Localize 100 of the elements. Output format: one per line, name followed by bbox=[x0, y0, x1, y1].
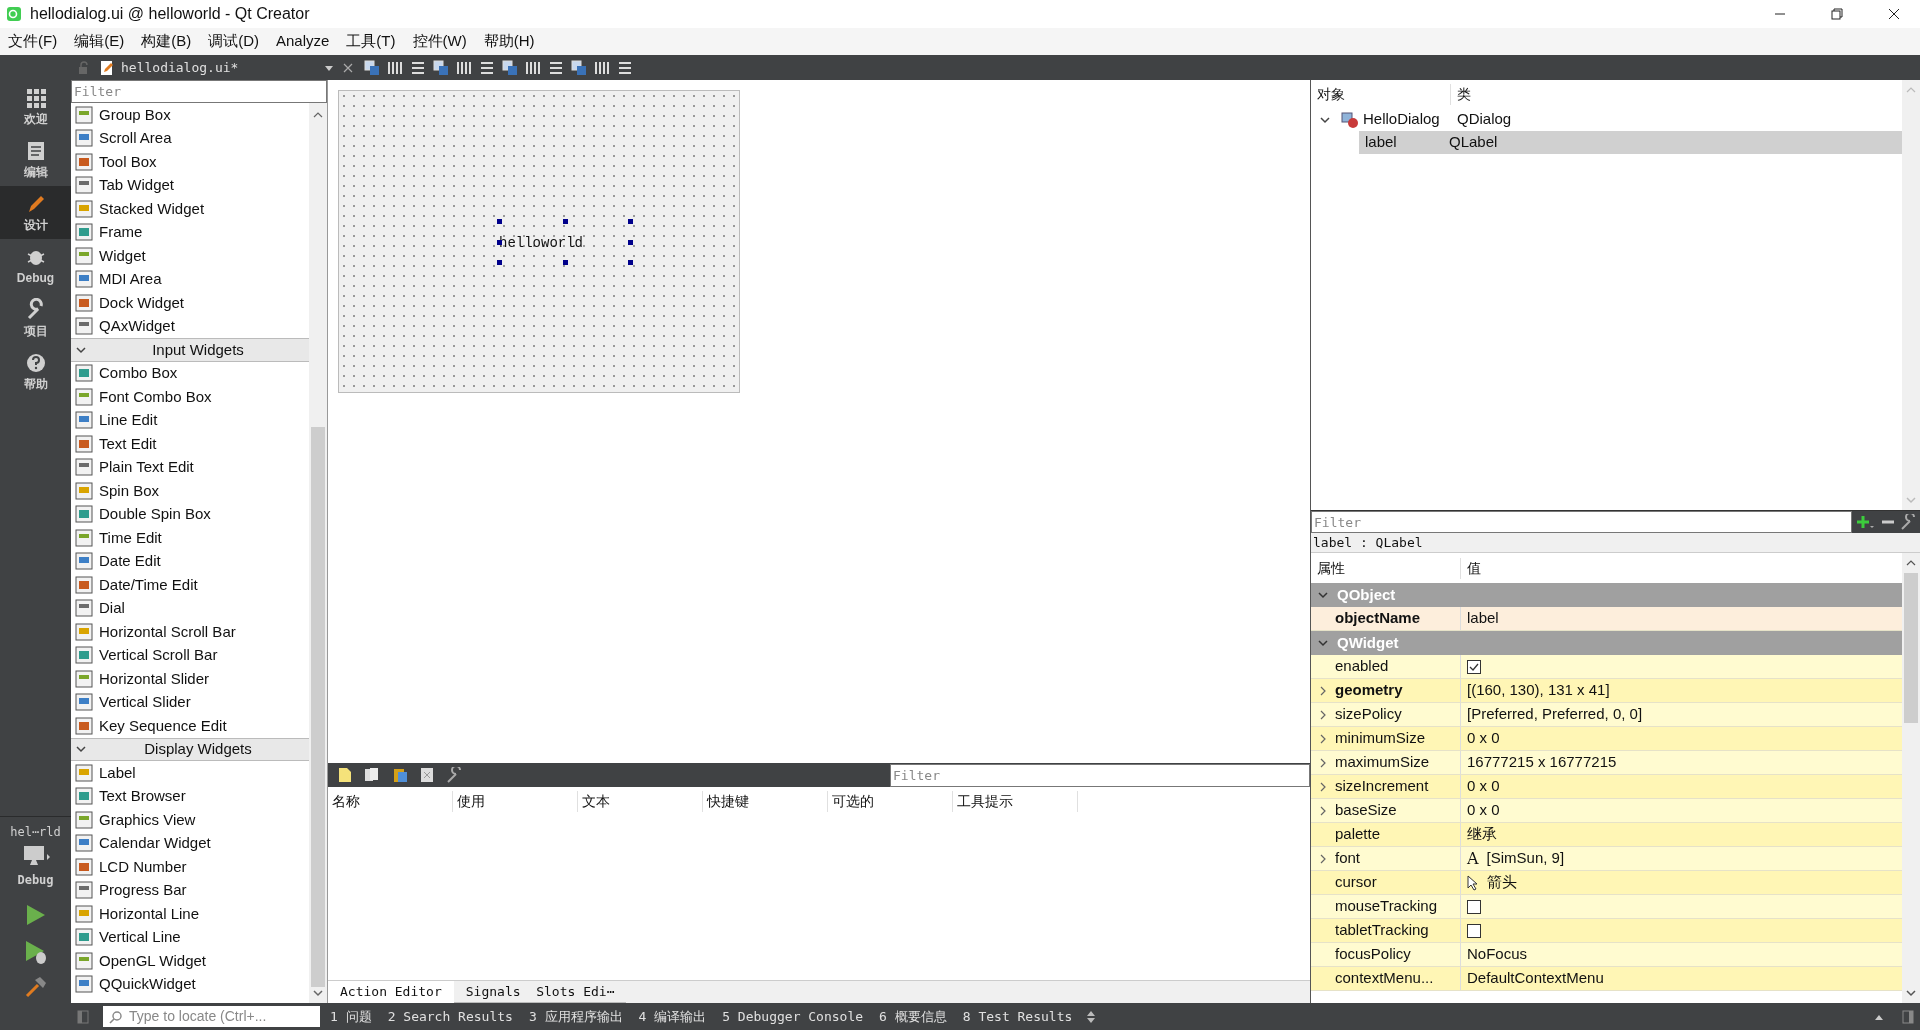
scroll-down-icon[interactable] bbox=[312, 987, 324, 999]
layout-icon[interactable] bbox=[571, 59, 588, 76]
menu-item[interactable]: 工具(T) bbox=[346, 30, 396, 53]
layout-icon[interactable] bbox=[433, 59, 450, 76]
tree-row[interactable]: label QLabel bbox=[1359, 131, 1902, 154]
output-pane-button[interactable]: 2 Search Results bbox=[387, 1006, 513, 1027]
mode-tab[interactable]: 帮助 bbox=[0, 345, 71, 398]
expand-icon[interactable] bbox=[1317, 637, 1329, 649]
widget-item[interactable]: Vertical Line bbox=[71, 925, 309, 949]
resize-handle[interactable] bbox=[497, 239, 502, 245]
widget-item[interactable]: Vertical Slider bbox=[71, 690, 309, 714]
resize-handle[interactable] bbox=[628, 219, 633, 224]
property-row[interactable]: maximumSize 16777215 x 16777215 bbox=[1311, 751, 1902, 775]
widget-item[interactable]: Label bbox=[71, 761, 309, 785]
resize-handle[interactable] bbox=[497, 219, 502, 224]
property-row[interactable]: sizeIncrement 0 x 0 bbox=[1311, 775, 1902, 799]
editor-tab[interactable]: Action Editor bbox=[328, 981, 454, 1003]
menu-item[interactable]: 编辑(E) bbox=[74, 30, 125, 53]
widget-item[interactable]: Scroll Area bbox=[71, 126, 309, 150]
checkbox[interactable] bbox=[1467, 899, 1481, 914]
layout-icon[interactable] bbox=[502, 59, 519, 76]
resize-handle[interactable] bbox=[628, 260, 633, 265]
widget-item[interactable]: MDI Area bbox=[71, 267, 309, 291]
layout-icon[interactable] bbox=[594, 59, 611, 76]
layout-icon[interactable] bbox=[479, 59, 496, 76]
resize-handle[interactable] bbox=[497, 260, 502, 265]
layout-icon[interactable] bbox=[410, 59, 427, 76]
widget-item[interactable]: LCD Number bbox=[71, 855, 309, 879]
widget-item[interactable]: QQuickWidget bbox=[71, 972, 309, 996]
widget-item[interactable]: Stacked Widget bbox=[71, 197, 309, 221]
widget-item[interactable]: OpenGL Widget bbox=[71, 949, 309, 973]
layout-icon[interactable] bbox=[456, 59, 473, 76]
widget-item[interactable]: Horizontal Line bbox=[71, 902, 309, 926]
column-header[interactable]: 对象 bbox=[1311, 83, 1451, 105]
new-action-icon[interactable] bbox=[338, 767, 352, 783]
layout-icon[interactable] bbox=[617, 59, 634, 76]
layout-icon[interactable] bbox=[364, 59, 381, 76]
output-pane-button[interactable]: 5 Debugger Console bbox=[722, 1006, 864, 1027]
column-header[interactable]: 属性 bbox=[1311, 557, 1461, 579]
widget-item[interactable]: Dial bbox=[71, 596, 309, 620]
hammer-icon[interactable] bbox=[23, 975, 48, 999]
output-pane-button[interactable]: 1 问题 bbox=[330, 1006, 372, 1027]
filter-field[interactable]: Filter bbox=[71, 80, 327, 103]
filter-field[interactable]: Filter bbox=[1311, 511, 1852, 533]
column-header[interactable]: 工具提示 bbox=[953, 790, 1078, 812]
mode-tab[interactable]: Debug bbox=[0, 239, 71, 292]
mode-tab[interactable]: 项目 bbox=[0, 292, 71, 345]
widget-item[interactable]: Tool Box bbox=[71, 150, 309, 174]
layout-icon[interactable] bbox=[525, 59, 542, 76]
checkbox[interactable] bbox=[1467, 923, 1481, 938]
property-row[interactable]: minimumSize 0 x 0 bbox=[1311, 727, 1902, 751]
property-row[interactable]: objectName label bbox=[1311, 607, 1902, 631]
delete-icon[interactable] bbox=[420, 767, 434, 783]
sidebar-toggle-icon[interactable] bbox=[1902, 1009, 1914, 1024]
column-header[interactable]: 名称 bbox=[328, 790, 453, 812]
debug-run-icon[interactable] bbox=[23, 939, 48, 965]
column-header[interactable]: 使用 bbox=[453, 790, 578, 812]
widget-item[interactable]: Double Spin Box bbox=[71, 502, 309, 526]
copy-icon[interactable] bbox=[364, 767, 380, 783]
mode-tab[interactable]: 欢迎 bbox=[0, 80, 71, 133]
menu-item[interactable]: 构建(B) bbox=[141, 30, 192, 53]
property-row[interactable]: contextMenu... DefaultContextMenu bbox=[1311, 967, 1902, 991]
scroll-down-icon[interactable] bbox=[1905, 987, 1917, 999]
menu-item[interactable]: 调试(D) bbox=[208, 30, 259, 53]
mode-tab[interactable]: 设计 bbox=[0, 186, 71, 239]
run-icon[interactable] bbox=[24, 903, 47, 927]
widget-item[interactable]: Horizontal Scroll Bar bbox=[71, 620, 309, 644]
widget-item[interactable]: Date/Time Edit bbox=[71, 573, 309, 597]
menu-item[interactable]: 文件(F) bbox=[8, 30, 58, 53]
mode-tab[interactable]: 编辑 bbox=[0, 133, 71, 186]
tree-row[interactable]: HelloDialog QDialog bbox=[1311, 108, 1902, 131]
widget-item[interactable]: Plain Text Edit bbox=[71, 455, 309, 479]
restore-icon[interactable] bbox=[1831, 8, 1843, 20]
output-pane-button[interactable]: 8 Test Results bbox=[962, 1006, 1073, 1027]
widget-item[interactable]: Tab Widget bbox=[71, 173, 309, 197]
paste-icon[interactable] bbox=[392, 767, 408, 783]
plus-icon[interactable] bbox=[1856, 514, 1874, 530]
widget-item[interactable]: Text Browser bbox=[71, 784, 309, 808]
widget-item[interactable]: Group Box bbox=[71, 103, 309, 127]
widget-item[interactable]: Text Edit bbox=[71, 432, 309, 456]
column-header[interactable]: 文本 bbox=[578, 790, 703, 812]
layout-icon[interactable] bbox=[548, 59, 565, 76]
widget-item[interactable]: Spin Box bbox=[71, 479, 309, 503]
widget-item[interactable]: Combo Box bbox=[71, 361, 309, 385]
property-row[interactable]: sizePolicy [Preferred, Preferred, 0, 0] bbox=[1311, 703, 1902, 727]
widget-item[interactable]: Horizontal Slider bbox=[71, 667, 309, 691]
filter-field[interactable]: Filter bbox=[890, 763, 1310, 787]
widget-item[interactable]: Calendar Widget bbox=[71, 831, 309, 855]
widget-item[interactable]: Dock Widget bbox=[71, 291, 309, 315]
output-pane-button[interactable]: 6 概要信息 bbox=[879, 1006, 947, 1027]
widget-item[interactable]: Key Sequence Edit bbox=[71, 714, 309, 738]
menu-item[interactable]: 控件(W) bbox=[412, 30, 467, 53]
form-label[interactable]: helloworld bbox=[499, 233, 583, 254]
widget-item[interactable]: Progress Bar bbox=[71, 878, 309, 902]
category-header[interactable]: Display Widgets bbox=[71, 737, 309, 761]
widget-item[interactable]: Time Edit bbox=[71, 526, 309, 550]
property-row[interactable]: palette 继承 bbox=[1311, 823, 1902, 847]
widget-item[interactable]: Font Combo Box bbox=[71, 385, 309, 409]
property-row[interactable]: cursor 箭头 bbox=[1311, 871, 1902, 895]
widget-item[interactable]: Vertical Scroll Bar bbox=[71, 643, 309, 667]
